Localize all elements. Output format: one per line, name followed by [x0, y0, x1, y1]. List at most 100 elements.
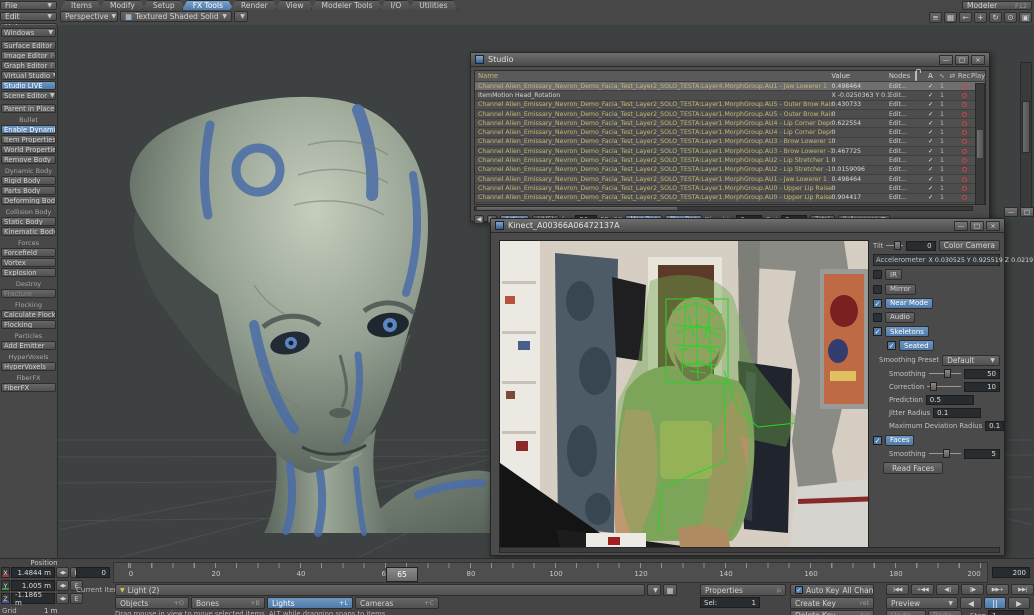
y-position-field[interactable]: 1.005 m	[11, 580, 55, 591]
sidebar-item-parent-in-place[interactable]: Parent in Place	[1, 104, 56, 113]
col-value[interactable]: Value	[831, 72, 888, 80]
last-frame-button[interactable]: ▶▶|	[1011, 584, 1034, 595]
cameras-button[interactable]: Cameras+C	[355, 597, 439, 609]
grid-icon[interactable]: ▦	[944, 12, 957, 23]
step-field[interactable]: 1	[988, 610, 1024, 615]
sidebar-item-surface-editor[interactable]: Surface EditorF5	[1, 41, 56, 50]
record-icon[interactable]	[962, 102, 967, 107]
sidebar-item-virtual-studio[interactable]: Virtual Studio▼	[1, 71, 56, 80]
ir-checkbox[interactable]	[873, 270, 882, 279]
faces-toggle[interactable]: Faces	[885, 435, 914, 446]
tab-modify[interactable]: Modify	[99, 0, 146, 10]
minimize-icon[interactable]: —	[1004, 207, 1018, 217]
frame-scrubber[interactable]: 65	[386, 567, 418, 582]
menu-icon[interactable]: ≡	[929, 12, 942, 23]
table-row[interactable]: Channel Alien_Emissary_Nevron_Demo_Facia…	[475, 166, 985, 175]
col-anim[interactable]: A	[924, 72, 936, 80]
sidebar-item-vortex[interactable]: Vortex	[1, 258, 56, 267]
sidebar-item-remove-body[interactable]: Remove Body	[1, 155, 56, 164]
play-reverse-button[interactable]: ◀	[960, 597, 982, 609]
next-key-button[interactable]: ▶▶+	[986, 584, 1009, 595]
zoom-icon[interactable]: ⊙	[1004, 12, 1017, 23]
table-horizontal-scrollbar[interactable]	[474, 206, 973, 211]
record-icon[interactable]	[962, 158, 967, 163]
tab-view[interactable]: View	[275, 0, 315, 10]
table-row[interactable]: ItemMotion Head_RotationX -0.0250363 Y 0…	[475, 91, 985, 100]
tab-items[interactable]: Items	[60, 0, 103, 10]
record-icon[interactable]	[962, 93, 967, 98]
record-icon[interactable]	[962, 195, 967, 200]
x-spinner[interactable]: ◀▶	[56, 567, 69, 578]
table-vertical-scrollbar[interactable]	[975, 83, 985, 205]
sidebar-item-explosion[interactable]: Explosion	[1, 268, 56, 277]
autokey-dropdown[interactable]: ✓ Auto Key All Channels ▼	[790, 584, 874, 596]
z-position-field[interactable]: -1.1865 m	[11, 593, 55, 604]
undo-button[interactable]: Undo	[886, 610, 926, 615]
view-type-dropdown[interactable]: Perspective ▼	[60, 11, 118, 22]
play-forward-button[interactable]: ▶	[1008, 597, 1030, 609]
sidebar-item-item-properties[interactable]: Item Properties	[1, 135, 56, 144]
sidebar-item-static-body[interactable]: Static Body	[1, 217, 56, 226]
table-row[interactable]: Channel Alien_Emissary_Nevron_Demo_Facia…	[475, 194, 985, 203]
sidebar-item-fracture[interactable]: Fracture	[1, 289, 56, 298]
sidebar-item-forcefield[interactable]: Forcefield	[1, 248, 56, 257]
sidebar-item-add-emitter[interactable]: Add Emitter	[1, 341, 56, 350]
sidebar-item-calculate-flocks[interactable]: Calculate Flocks	[1, 310, 56, 319]
pan-icon[interactable]: ←	[959, 12, 972, 23]
near-mode-toggle[interactable]: Near Mode	[885, 298, 933, 309]
table-row[interactable]: Channel Alien_Emissary_Nevron_Demo_Facia…	[475, 138, 985, 147]
correction-field[interactable]: 10	[964, 382, 1000, 392]
modeler-button[interactable]: Modeler F12	[962, 1, 1032, 10]
faces-smoothing-slider[interactable]	[929, 449, 961, 458]
audio-toggle[interactable]: Audio	[885, 312, 915, 323]
sidebar-item-enable-dynamics[interactable]: Enable Dynamics	[1, 125, 56, 134]
first-frame-button[interactable]: |◀◀	[886, 584, 909, 595]
mirror-toggle[interactable]: Mirror	[885, 284, 916, 295]
record-icon[interactable]	[962, 121, 967, 126]
skeletons-toggle[interactable]: Skeletons	[885, 326, 929, 337]
close-icon[interactable]: ×	[986, 221, 1000, 231]
next-frame-button[interactable]: ||▶	[961, 584, 984, 595]
tilt-field[interactable]: 0	[906, 241, 936, 251]
prediction-field[interactable]: 0.5	[926, 395, 974, 405]
end-frame-field[interactable]: 200	[992, 567, 1030, 578]
tab-utilities[interactable]: Utilities	[408, 0, 458, 10]
col-nodes[interactable]: Nodes	[889, 72, 915, 80]
smoothing-slider[interactable]	[929, 369, 961, 378]
record-icon[interactable]	[962, 177, 967, 182]
start-frame-field[interactable]: 0	[76, 567, 110, 578]
maximize-viewport-icon[interactable]: ▣	[1019, 12, 1032, 23]
near-mode-checkbox[interactable]: ✓	[873, 299, 882, 308]
table-row[interactable]: Channel Alien_Emissary_Nevron_Demo_Facia…	[475, 184, 985, 193]
table-row[interactable]: Channel Alien_Emissary_Nevron_Demo_Facia…	[475, 175, 985, 184]
read-faces-button[interactable]: Read Faces	[883, 462, 943, 474]
record-icon[interactable]	[962, 186, 967, 191]
kinect-titlebar[interactable]: Kinect_A00366A06472137A — □ ×	[491, 219, 1004, 233]
timeline-ruler[interactable]: 0 20 40 60 80 100 120 140 160 180 200 65	[113, 562, 988, 583]
z-spinner[interactable]: ◀▶	[56, 593, 69, 604]
item-list-dropdown[interactable]: ▼	[647, 584, 661, 596]
record-icon[interactable]	[962, 112, 967, 117]
table-row[interactable]: Channel Alien_Emissary_Nevron_Demo_Facia…	[475, 110, 985, 119]
maximize-icon[interactable]: □	[970, 221, 984, 231]
maximize-icon[interactable]: □	[955, 55, 969, 65]
tab-fx-tools[interactable]: FX Tools	[182, 0, 234, 10]
col-rec[interactable]: Rec	[957, 72, 971, 80]
faces-smoothing-field[interactable]: 5	[964, 449, 1000, 459]
redo-button[interactable]: Redo	[928, 610, 962, 615]
scrollbar-fragment[interactable]	[1020, 62, 1032, 210]
minimize-icon[interactable]: —	[939, 55, 953, 65]
x-position-field[interactable]: 1.4844 m	[11, 567, 55, 578]
tab-setup[interactable]: Setup	[142, 0, 186, 10]
max-deviation-field[interactable]: 0.1	[985, 421, 1004, 431]
sidebar-item-fiberfx[interactable]: FiberFX	[1, 383, 56, 392]
sidebar-item-studio-live[interactable]: Studio LIVE	[1, 81, 56, 90]
record-icon[interactable]	[962, 84, 967, 89]
record-icon[interactable]	[962, 149, 967, 154]
file-menu[interactable]: File▼	[0, 1, 57, 11]
prev-icon[interactable]: ◀	[474, 215, 484, 224]
table-row[interactable]: Channel Alien_Emissary_Nevron_Demo_Facia…	[475, 82, 985, 91]
maximize-icon[interactable]: □	[1020, 207, 1034, 217]
sidebar-item-graph-editor[interactable]: Graph EditorF2	[1, 61, 56, 70]
move-icon[interactable]: +	[974, 12, 987, 23]
